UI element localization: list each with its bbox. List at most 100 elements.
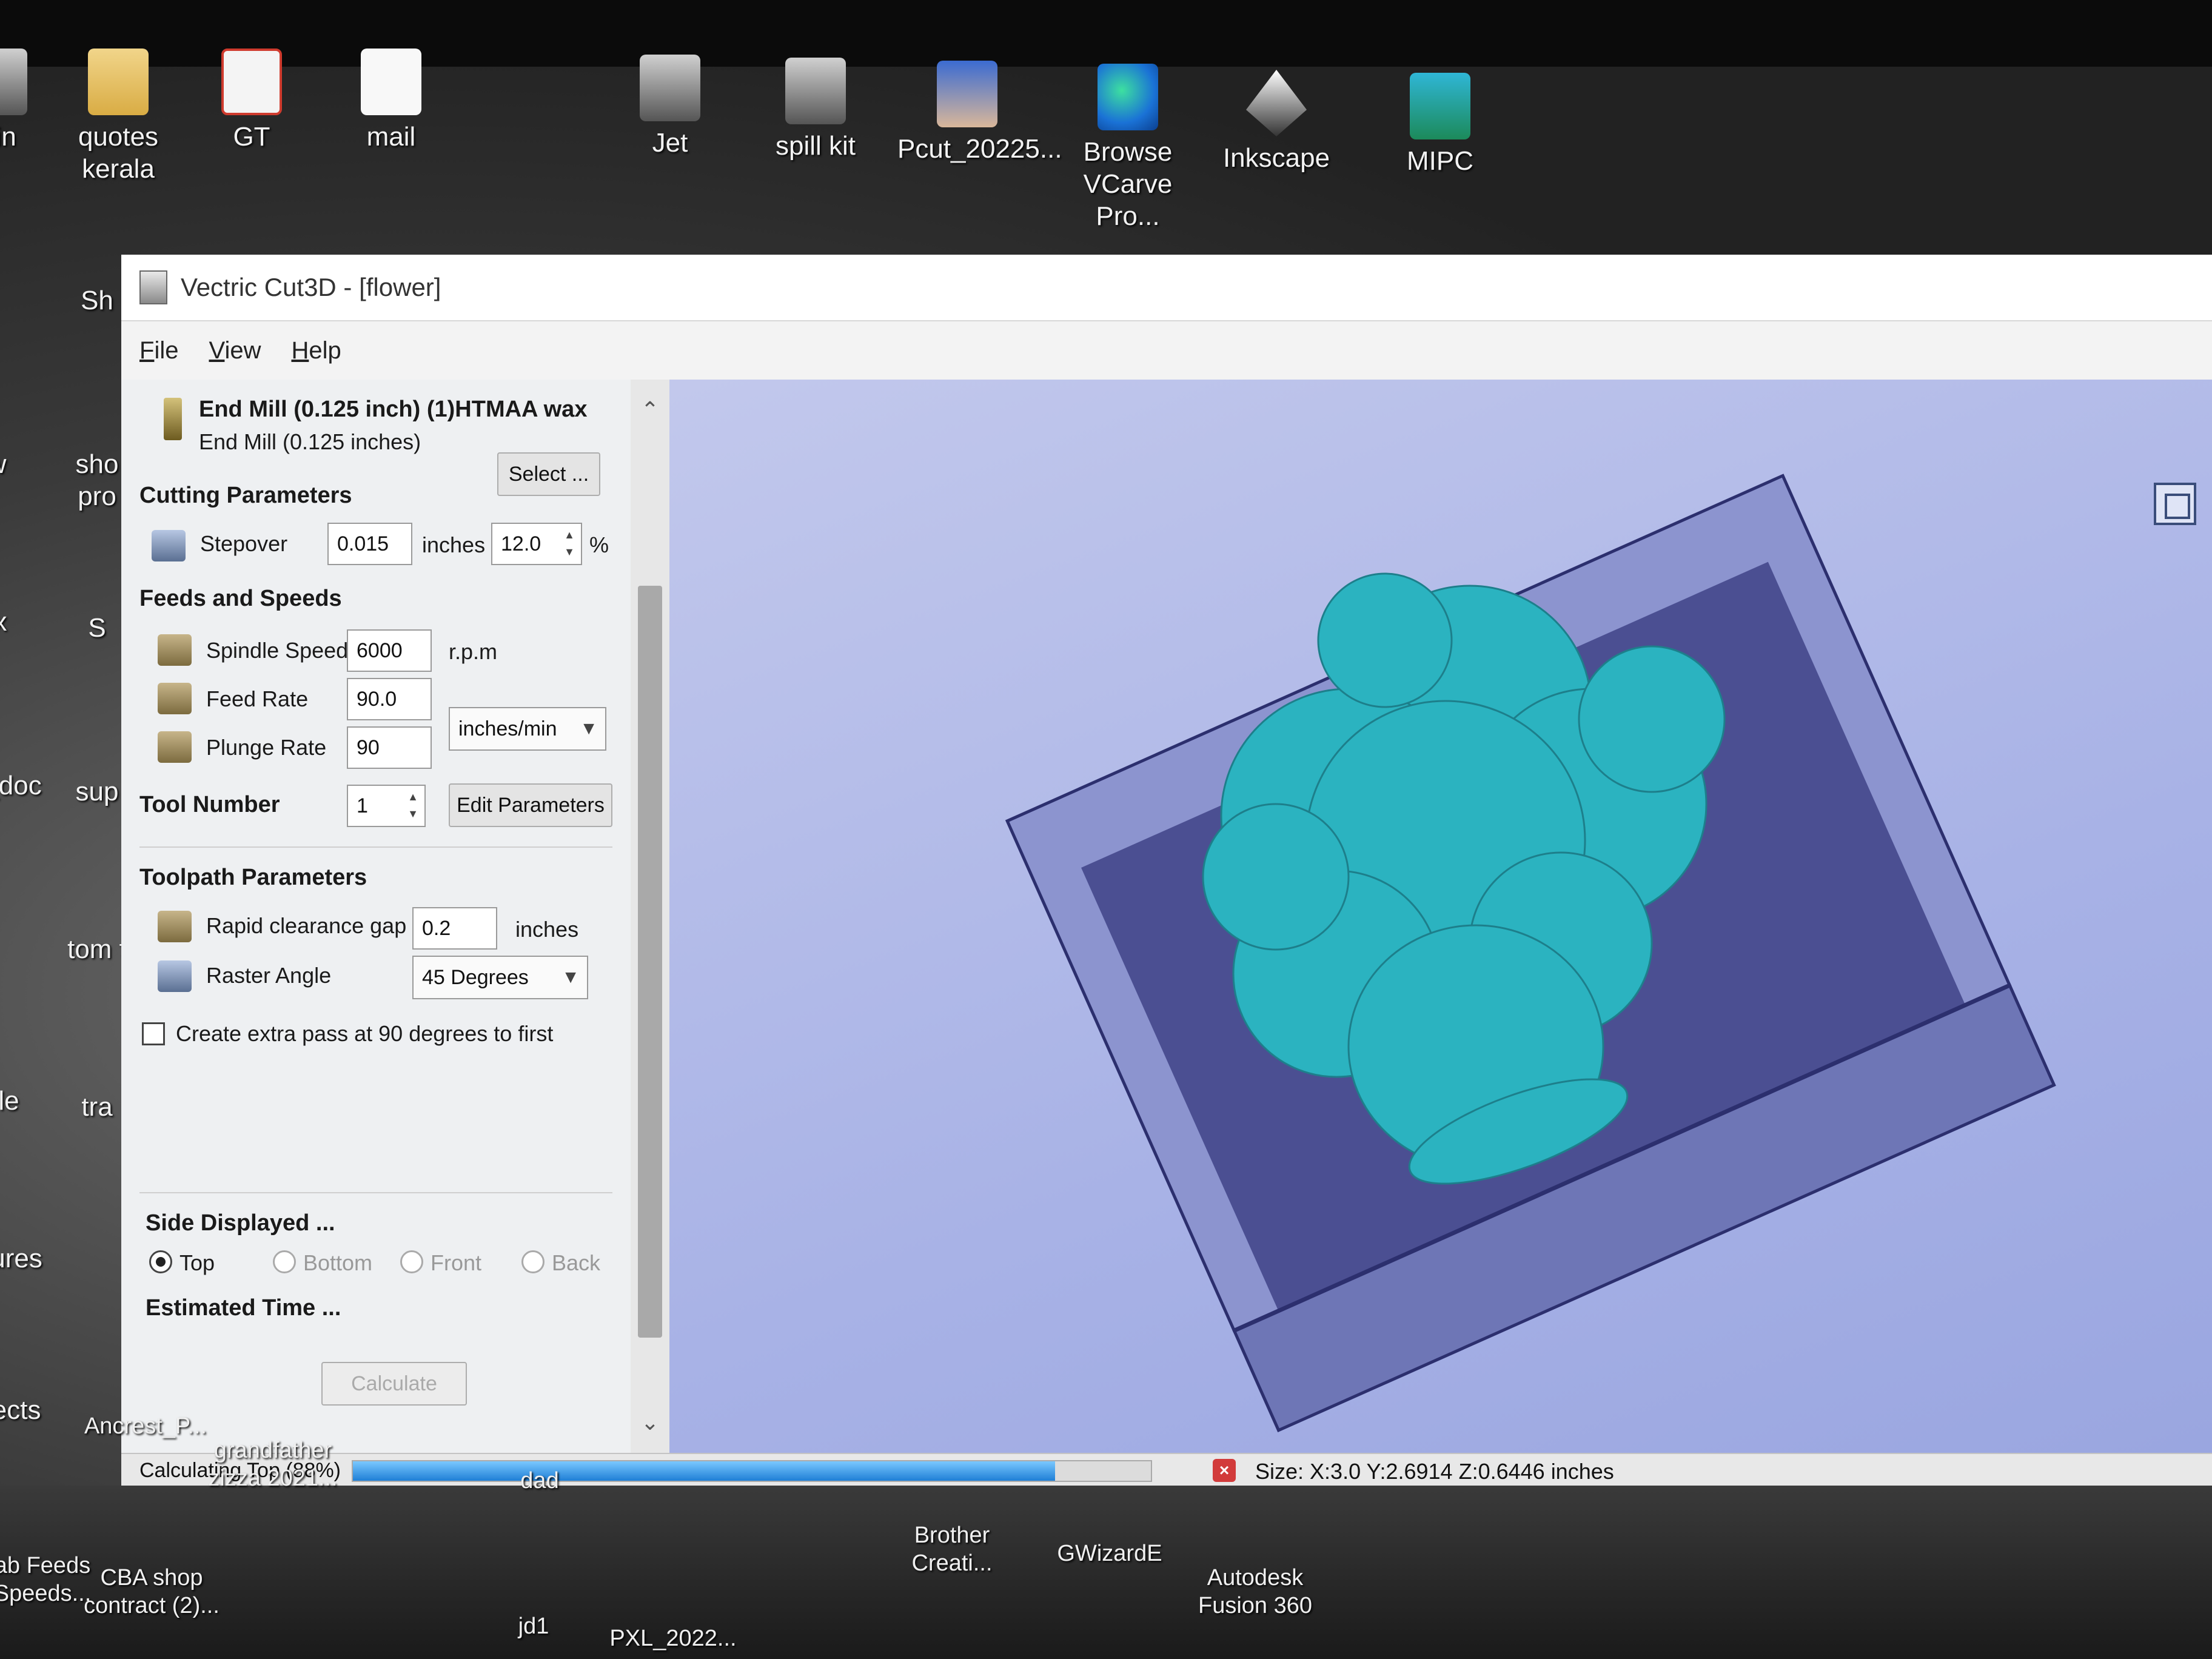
rapid-clearance-icon bbox=[158, 911, 192, 942]
panel-scrollbar[interactable]: ⌃ ⌄ bbox=[631, 380, 669, 1453]
menu-bar: File View Help bbox=[121, 321, 2212, 380]
cancel-icon[interactable]: × bbox=[1213, 1459, 1236, 1482]
toolpath-parameters-heading: Toolpath Parameters bbox=[139, 865, 367, 890]
pdf-icon bbox=[221, 49, 282, 115]
desktop-icon-brother[interactable]: Brother Creati... bbox=[873, 1522, 1031, 1577]
toolpath-settings-panel: End Mill (0.125 inch) (1)HTMAA wax End M… bbox=[121, 380, 643, 1453]
tool-name: End Mill (0.125 inch) (1)HTMAA wax bbox=[199, 397, 588, 422]
desktop-icon-left2-4[interactable]: sup bbox=[67, 776, 127, 808]
app-icon bbox=[785, 58, 846, 124]
window-title-bar[interactable]: Vectric Cut3D - [flower] bbox=[121, 255, 2212, 321]
desktop-icon-pcut[interactable]: Pcut_20225... bbox=[897, 61, 1062, 166]
side-back-radio[interactable] bbox=[521, 1250, 545, 1273]
cut3d-window: Vectric Cut3D - [flower] File View Help … bbox=[121, 255, 2212, 1486]
desktop-icon-quotes-kerala[interactable]: quotes kerala bbox=[49, 49, 188, 186]
desktop-icon-left-3[interactable]: max bbox=[0, 606, 24, 638]
stepover-label: Stepover bbox=[200, 531, 288, 556]
estimated-time-label: Estimated Time ... bbox=[146, 1295, 341, 1321]
desktop-icon-left-5[interactable]: DF bbox=[0, 928, 18, 960]
tool-number-label: Tool Number bbox=[139, 792, 280, 817]
stepover-percent-spinner[interactable]: ▲ ▼ bbox=[560, 526, 578, 561]
select-tool-button[interactable]: Select ... bbox=[497, 452, 600, 496]
status-bar: Calculating Top (88%) × Size: X:3.0 Y:2.… bbox=[121, 1453, 2212, 1486]
desktop-icon-browse-vcarve[interactable]: Browse VCarve Pro... bbox=[1055, 64, 1201, 232]
cutting-parameters-heading: Cutting Parameters bbox=[139, 483, 352, 508]
chevron-down-icon[interactable]: ⌄ bbox=[631, 1404, 669, 1441]
spindle-speed-label: Spindle Speed bbox=[206, 638, 349, 663]
desktop-icon-pxl[interactable]: PXL_2022... bbox=[594, 1625, 752, 1653]
desktop-icon-jd1[interactable]: jd1 bbox=[455, 1613, 612, 1641]
desktop-icon-left-4[interactable]: x_doc bbox=[0, 770, 61, 802]
side-top-radio[interactable] bbox=[149, 1250, 172, 1273]
panel-divider-2 bbox=[139, 1192, 612, 1193]
chevron-up-icon[interactable]: ⌃ bbox=[631, 392, 669, 428]
desktop-icon-left-8[interactable]: ojects bbox=[0, 1395, 61, 1427]
stepover-input[interactable]: 0.015 bbox=[327, 523, 412, 565]
edit-parameters-button[interactable]: Edit Parameters bbox=[449, 783, 612, 827]
desktop-icon-gt[interactable]: GT bbox=[182, 49, 321, 153]
desktop-icon-cba-contract[interactable]: CBA shop contract (2)... bbox=[73, 1564, 230, 1620]
desktop-icon-jet[interactable]: Jet bbox=[600, 55, 740, 159]
desktop-icon-left2-6[interactable]: tra bbox=[67, 1091, 127, 1124]
tool-number-input[interactable]: 1 ▲ ▼ bbox=[347, 785, 426, 827]
desktop-icon-mail[interactable]: mail bbox=[321, 49, 461, 153]
plunge-rate-input[interactable]: 90 bbox=[347, 726, 432, 769]
progress-fill bbox=[353, 1461, 1056, 1481]
mipc-icon bbox=[1410, 73, 1470, 139]
spindle-speed-unit: r.p.m bbox=[449, 639, 498, 664]
model-size-readout: Size: X:3.0 Y:2.6914 Z:0.6446 inches bbox=[1255, 1459, 1614, 1484]
plunge-rate-label: Plunge Rate bbox=[206, 735, 327, 760]
model-preview bbox=[1005, 474, 2056, 1433]
menu-file[interactable]: File bbox=[139, 337, 178, 364]
recycle-bin-icon bbox=[0, 49, 27, 115]
side-front-radio[interactable] bbox=[400, 1250, 423, 1273]
side-front-label: Front bbox=[431, 1250, 482, 1275]
desktop-icon-inkscape[interactable]: Inkscape bbox=[1207, 70, 1346, 175]
menu-view[interactable]: View bbox=[209, 337, 261, 364]
desktop-icon-left-7[interactable]: ctures bbox=[0, 1243, 61, 1275]
desktop-icon-gwizarde[interactable]: GWizardE bbox=[1031, 1540, 1188, 1568]
stepover-percent-input[interactable]: 12.0 ▲ ▼ bbox=[491, 523, 582, 565]
raster-angle-icon bbox=[158, 960, 192, 992]
side-bottom-radio[interactable] bbox=[273, 1250, 296, 1273]
spindle-speed-input[interactable]: 6000 bbox=[347, 629, 432, 672]
spindle-speed-icon bbox=[158, 634, 192, 666]
document-icon bbox=[361, 49, 421, 115]
rapid-clearance-label: Rapid clearance gap bbox=[206, 913, 407, 938]
desktop-icon-dad[interactable]: dad bbox=[461, 1467, 618, 1495]
extra-pass-label: Create extra pass at 90 degrees to first bbox=[176, 1021, 554, 1046]
desktop-icon-left2-1[interactable]: Sh bbox=[67, 285, 127, 317]
feed-rate-icon bbox=[158, 683, 192, 714]
desktop-icon-ancrest[interactable]: Ancrest_P... bbox=[67, 1413, 224, 1441]
desktop-icon-fusion360[interactable]: Autodesk Fusion 360 bbox=[1176, 1564, 1334, 1620]
percent-symbol: % bbox=[589, 532, 609, 557]
raster-angle-label: Raster Angle bbox=[206, 963, 332, 988]
end-mill-icon bbox=[164, 398, 182, 440]
rate-unit-select[interactable]: inches/min ▼ bbox=[449, 707, 606, 751]
3d-viewport[interactable] bbox=[669, 380, 2212, 1453]
fit-view-icon[interactable] bbox=[2154, 483, 2196, 525]
desktop-icon-left2-2[interactable]: sho pro bbox=[67, 449, 127, 513]
calculate-button[interactable]: Calculate bbox=[321, 1362, 467, 1406]
desktop-icon-left-1[interactable]: pa bbox=[0, 285, 18, 317]
feed-rate-input[interactable]: 90.0 bbox=[347, 678, 432, 720]
rapid-clearance-input[interactable]: 0.2 bbox=[412, 907, 497, 950]
desktop-icon-spill-kit[interactable]: spill kit bbox=[746, 58, 885, 163]
window-title: Vectric Cut3D - [flower] bbox=[181, 273, 441, 301]
extra-pass-checkbox[interactable] bbox=[142, 1022, 165, 1045]
scrollbar-thumb[interactable] bbox=[638, 586, 662, 1338]
photo-icon bbox=[937, 61, 997, 127]
edge-browser-icon bbox=[1098, 64, 1158, 130]
feed-rate-label: Feed Rate bbox=[206, 686, 309, 711]
desktop-icon-left-6[interactable]: ople bbox=[0, 1085, 42, 1118]
menu-help[interactable]: Help bbox=[291, 337, 341, 364]
desktop-icon-left2-3[interactable]: S bbox=[73, 612, 121, 645]
plunge-rate-icon bbox=[158, 731, 192, 763]
folder-icon bbox=[88, 49, 149, 115]
desktop-icon-mipc[interactable]: MIPC bbox=[1370, 73, 1510, 178]
desktop-icon-left-2[interactable]: drw bbox=[0, 449, 30, 481]
raster-angle-select[interactable]: 45 Degrees ▼ bbox=[412, 956, 588, 999]
desktop-icon-grandfather[interactable]: grandfather zizza 2021... bbox=[194, 1437, 352, 1492]
feeds-speeds-heading: Feeds and Speeds bbox=[139, 586, 342, 611]
tool-number-spinner[interactable]: ▲ ▼ bbox=[404, 788, 422, 823]
